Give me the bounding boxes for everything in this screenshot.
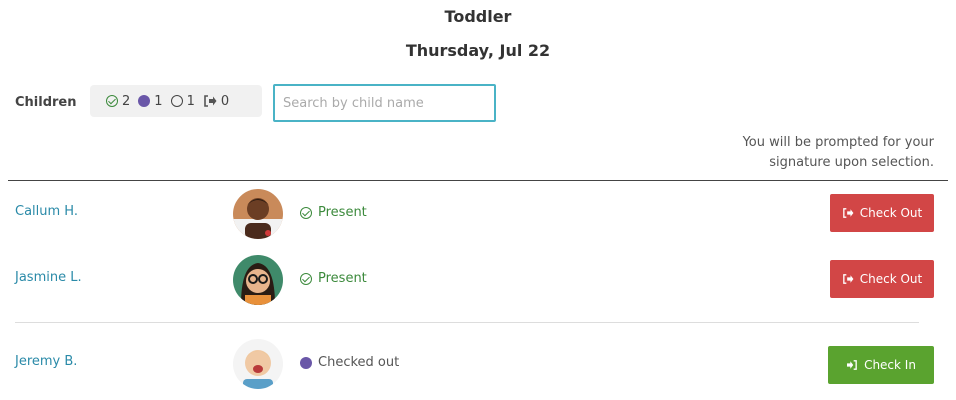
child-name-link[interactable]: Jeremy B. <box>15 354 77 369</box>
children-label: Children <box>15 95 77 110</box>
absent-count-filter[interactable]: 1 <box>170 93 195 109</box>
search-input[interactable] <box>273 84 496 122</box>
status-label: Present <box>318 205 367 220</box>
child-row: Jeremy B. Checked out Check In <box>0 338 956 390</box>
child-name-link[interactable]: Callum H. <box>15 204 78 219</box>
status-present: Present <box>300 271 367 286</box>
child-name-link[interactable]: Jasmine L. <box>15 270 82 285</box>
status-present: Present <box>300 205 367 220</box>
date-heading: Thursday, Jul 22 <box>405 41 551 60</box>
avatar <box>233 189 283 239</box>
child-row: Callum H. Present Check Out <box>0 188 956 240</box>
status-checked-out: Checked out <box>300 355 399 370</box>
check-out-button[interactable]: Check Out <box>830 260 934 298</box>
status-counts: 2 1 1 0 <box>90 85 262 117</box>
check-circle-icon <box>300 272 312 285</box>
checked-out-count-filter[interactable]: 1 <box>138 93 163 109</box>
status-label: Checked out <box>318 355 400 370</box>
child-row: Jasmine L. Present Check Out <box>0 254 956 306</box>
check-out-label: Check Out <box>859 206 923 220</box>
sign-out-icon <box>842 274 854 284</box>
signature-notice-line-2: signature upon selection. <box>769 155 934 170</box>
present-count: 2 <box>122 93 131 109</box>
check-out-button[interactable]: Check Out <box>830 194 934 232</box>
check-in-label: Check In <box>864 358 916 372</box>
signed-out-count: 0 <box>220 93 230 109</box>
signature-notice-line-1: You will be prompted for your <box>742 135 934 150</box>
check-circle-icon <box>300 206 312 219</box>
signature-notice: You will be prompted for your signature … <box>674 133 934 173</box>
filled-circle-icon <box>138 95 151 107</box>
header-divider <box>8 180 948 181</box>
section-divider <box>15 322 919 323</box>
status-label: Present <box>318 271 367 286</box>
avatar <box>233 339 283 389</box>
checked-out-count: 1 <box>154 93 163 109</box>
absent-count: 1 <box>186 93 195 109</box>
filled-circle-icon <box>300 356 312 369</box>
check-circle-icon <box>106 95 118 107</box>
sign-out-icon <box>204 95 217 107</box>
sign-in-icon <box>847 360 857 370</box>
check-in-button[interactable]: Check In <box>828 346 934 384</box>
sign-out-icon <box>842 208 854 218</box>
signed-out-count-filter[interactable]: 0 <box>203 94 229 109</box>
avatar <box>233 255 283 305</box>
check-out-label: Check Out <box>859 272 923 286</box>
empty-circle-icon <box>170 95 183 107</box>
room-title: Toddler <box>444 7 512 26</box>
present-count-filter[interactable]: 2 <box>106 94 130 109</box>
